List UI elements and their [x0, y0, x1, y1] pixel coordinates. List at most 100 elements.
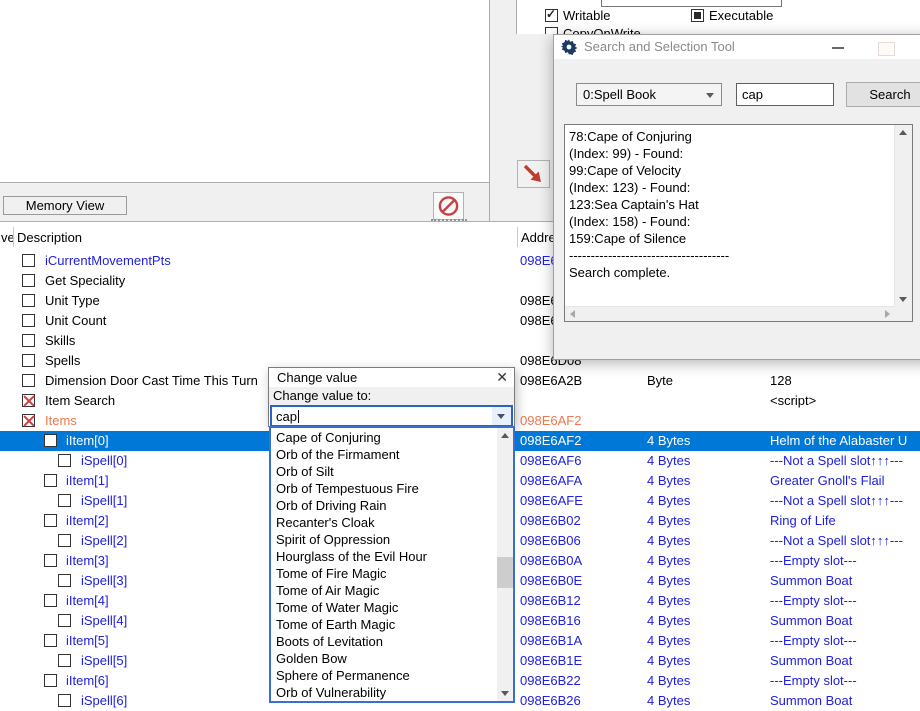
- result-line: 99:Cape of Velocity: [569, 162, 681, 179]
- scroll-left-icon[interactable]: [570, 310, 575, 318]
- row-description: iItem[1]: [66, 471, 109, 491]
- memory-view-button[interactable]: Memory View: [3, 196, 127, 215]
- row-checkbox[interactable]: [22, 254, 35, 267]
- row-checkbox[interactable]: [58, 494, 71, 507]
- row-value: Ring of Life: [770, 511, 836, 531]
- dropdown-item[interactable]: Golden Bow: [271, 650, 500, 667]
- row-checkbox[interactable]: [58, 574, 71, 587]
- dropdown-item[interactable]: Boots of Levitation: [271, 633, 500, 650]
- row-checkbox[interactable]: [58, 454, 71, 467]
- dropdown-item[interactable]: Orb of Driving Rain: [271, 497, 500, 514]
- panel-divider-vertical: [489, 0, 490, 221]
- dropdown-item[interactable]: Tome of Fire Magic: [271, 565, 500, 582]
- row-checkbox[interactable]: [58, 534, 71, 547]
- executable-checkbox[interactable]: [691, 9, 704, 22]
- row-address: 098E6B12: [520, 591, 581, 611]
- category-select-value: 0:Spell Book: [577, 87, 656, 102]
- value-combobox[interactable]: cap: [270, 405, 513, 427]
- result-line: 78:Cape of Conjuring: [569, 128, 692, 145]
- copyonwrite-checkbox[interactable]: [545, 27, 558, 34]
- row-description: Items: [45, 411, 77, 431]
- dropdown-item[interactable]: Orb of Silt: [271, 463, 500, 480]
- row-checkbox[interactable]: [58, 614, 71, 627]
- search-results-box[interactable]: 78:Cape of Conjuring(Index: 99) - Found:…: [564, 124, 913, 322]
- dropdown-item[interactable]: Orb of Vulnerability: [271, 684, 500, 701]
- change-value-dialog: Change value ✕ Change value to: cap: [268, 367, 515, 427]
- search-tool-titlebar[interactable]: Search and Selection Tool: [554, 35, 920, 59]
- result-line: -------------------------------------: [569, 247, 729, 264]
- memory-flags-panel: ✓ Writable Executable CopyOnWrite: [517, 0, 920, 34]
- add-address-button[interactable]: [517, 160, 550, 188]
- row-checkbox[interactable]: [22, 414, 35, 427]
- result-line: (Index: 123) - Found:: [569, 179, 690, 196]
- close-icon[interactable]: ✕: [496, 369, 508, 386]
- row-type: 4 Bytes: [647, 671, 690, 691]
- row-description: Get Speciality: [45, 271, 125, 291]
- block-button[interactable]: [433, 192, 464, 220]
- row-checkbox[interactable]: [22, 294, 35, 307]
- row-checkbox[interactable]: [58, 654, 71, 667]
- row-checkbox[interactable]: [44, 594, 57, 607]
- filter-input-fragment[interactable]: [601, 0, 782, 7]
- combobox-dropdown-button[interactable]: [492, 407, 511, 425]
- column-header-description[interactable]: Description: [17, 228, 82, 248]
- row-checkbox[interactable]: [44, 434, 57, 447]
- row-address: 098E6: [520, 251, 558, 271]
- row-checkbox[interactable]: [22, 394, 35, 407]
- dropdown-item[interactable]: Orb of the Firmament: [271, 446, 500, 463]
- row-address: 098E6B06: [520, 531, 581, 551]
- column-separator[interactable]: [13, 227, 14, 247]
- row-checkbox[interactable]: [44, 674, 57, 687]
- row-type: Byte: [647, 371, 673, 391]
- dropdown-item[interactable]: Cape of Conjuring: [271, 429, 500, 446]
- row-checkbox[interactable]: [44, 634, 57, 647]
- check-icon: ✓: [546, 7, 556, 21]
- row-checkbox[interactable]: [22, 314, 35, 327]
- row-checkbox[interactable]: [58, 694, 71, 707]
- dropdown-item[interactable]: Sphere of Permanence: [271, 667, 500, 684]
- change-value-titlebar[interactable]: Change value ✕: [269, 368, 514, 388]
- row-address: 098E6AF6: [520, 451, 581, 471]
- writable-checkbox[interactable]: ✓: [545, 9, 558, 22]
- row-checkbox[interactable]: [22, 334, 35, 347]
- memory-region-list[interactable]: [0, 0, 489, 182]
- category-select[interactable]: 0:Spell Book: [576, 83, 722, 106]
- dropdown-item[interactable]: Orb of Tempestuous Fire: [271, 480, 500, 497]
- scrollbar-thumb[interactable]: [497, 557, 513, 588]
- row-checkbox[interactable]: [22, 354, 35, 367]
- scroll-down-icon[interactable]: [899, 297, 907, 302]
- horizontal-scrollbar[interactable]: [565, 306, 895, 321]
- row-description: iItem[6]: [66, 671, 109, 691]
- dropdown-item[interactable]: Spirit of Oppression: [271, 531, 500, 548]
- row-checkbox[interactable]: [22, 374, 35, 387]
- row-type: 4 Bytes: [647, 551, 690, 571]
- row-address: 098E6AF2: [520, 411, 581, 431]
- dropdown-item[interactable]: Tome of Air Magic: [271, 582, 500, 599]
- row-address: 098E6: [520, 311, 558, 331]
- row-checkbox[interactable]: [44, 474, 57, 487]
- row-type: 4 Bytes: [647, 571, 690, 591]
- scroll-right-icon[interactable]: [885, 310, 890, 318]
- scroll-up-icon[interactable]: [501, 433, 509, 438]
- minimize-button[interactable]: [832, 47, 844, 49]
- row-checkbox[interactable]: [22, 274, 35, 287]
- row-address: 098E6A2B: [520, 371, 582, 391]
- dropdown-item[interactable]: Tome of Earth Magic: [271, 616, 500, 633]
- text-caret: [298, 410, 299, 423]
- dropdown-item[interactable]: Hourglass of the Evil Hour: [271, 548, 500, 565]
- dropdown-scrollbar[interactable]: [497, 428, 513, 701]
- scroll-up-icon[interactable]: [899, 130, 907, 135]
- close-button[interactable]: [878, 42, 895, 56]
- row-checkbox[interactable]: [44, 554, 57, 567]
- search-query-input[interactable]: cap: [736, 83, 834, 106]
- scroll-down-icon[interactable]: [501, 691, 509, 696]
- vertical-scrollbar[interactable]: [894, 125, 912, 307]
- dropdown-item[interactable]: Tome of Water Magic: [271, 599, 500, 616]
- column-separator[interactable]: [517, 227, 518, 247]
- row-type: 4 Bytes: [647, 511, 690, 531]
- row-description: Dimension Door Cast Time This Turn: [45, 371, 258, 391]
- dropdown-item[interactable]: Recanter's Cloak: [271, 514, 500, 531]
- row-type: 4 Bytes: [647, 591, 690, 611]
- row-checkbox[interactable]: [44, 514, 57, 527]
- search-button[interactable]: Search: [846, 82, 920, 107]
